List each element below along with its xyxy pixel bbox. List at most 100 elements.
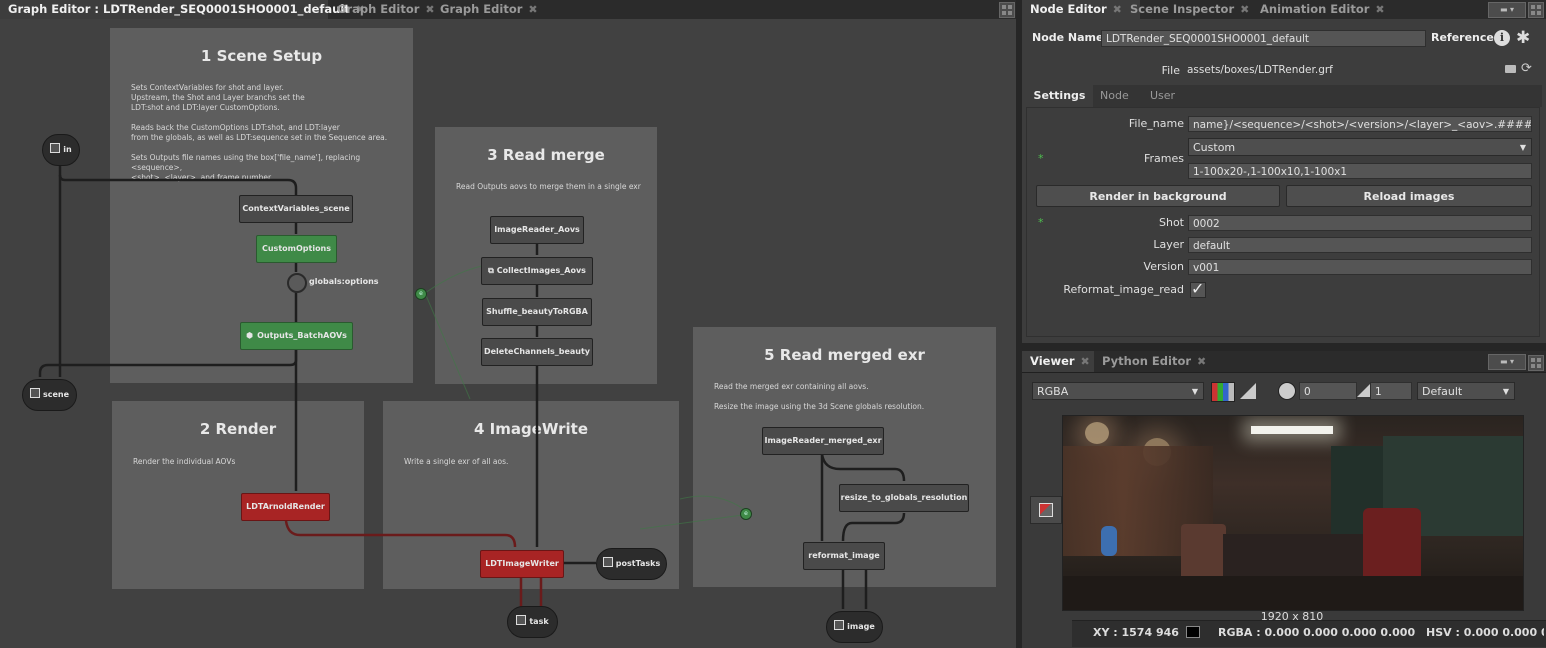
frames-animated-star: * xyxy=(1038,152,1044,165)
panel-menu-button[interactable]: ▬ ▾ xyxy=(1488,2,1526,18)
wall-lamp-glow xyxy=(1085,422,1109,444)
node-shuffle-beauty[interactable]: Shuffle_beautyToRGBA xyxy=(482,298,592,326)
tab-label: Node xyxy=(1100,89,1129,102)
rgb-channels-icon[interactable] xyxy=(1211,382,1235,402)
frames-mode-dropdown[interactable]: Custom ▼ xyxy=(1188,138,1532,156)
node-label: Outputs_BatchAOVs xyxy=(257,331,347,340)
node-in[interactable]: in xyxy=(42,134,80,166)
close-icon[interactable]: ✖ xyxy=(1081,351,1090,372)
tab-graph-editor-3[interactable]: Graph Editor ✖ xyxy=(432,0,538,19)
tab-label: Graph Editor xyxy=(337,2,420,16)
node-ldt-image-writer[interactable]: LDTImageWriter xyxy=(480,550,564,578)
layer-field[interactable]: default xyxy=(1188,237,1532,253)
close-icon[interactable]: ✖ xyxy=(1197,351,1206,372)
node-scene[interactable]: scene xyxy=(22,379,77,411)
blue-figure xyxy=(1101,526,1117,556)
exposure-field[interactable]: 0 xyxy=(1299,382,1357,400)
node-reformat-image[interactable]: reformat_image xyxy=(803,542,885,570)
folder-icon[interactable] xyxy=(1505,65,1516,73)
lut-dropdown[interactable]: Default ▼ xyxy=(1417,382,1515,400)
node-label: reformat_image xyxy=(808,551,880,560)
tab-viewer[interactable]: Viewer ✖ xyxy=(1022,351,1094,372)
node-delete-channels[interactable]: DeleteChannels_beauty xyxy=(481,338,593,366)
node-resize-globals[interactable]: resize_to_globals_resolution xyxy=(839,484,969,512)
node-name-field[interactable]: LDTRender_SEQ0001SHO0001_default xyxy=(1101,30,1426,47)
tab-label: Node Editor xyxy=(1030,2,1107,16)
layer-label: Layer xyxy=(1153,238,1184,251)
gamma-field[interactable]: 1 xyxy=(1370,382,1412,400)
tab-animation-editor[interactable]: Animation Editor ✖ xyxy=(1252,0,1390,19)
aperture-icon[interactable] xyxy=(1278,382,1296,400)
layout-grid-icon[interactable] xyxy=(1528,355,1544,371)
viewer-tool-button[interactable] xyxy=(1030,496,1062,524)
node-task[interactable]: task xyxy=(507,606,558,638)
node-image-reader-aovs[interactable]: ImageReader_Aovs xyxy=(490,216,584,244)
node-outputs-batch-aovs[interactable]: ⬢ Outputs_BatchAOVs xyxy=(240,322,353,350)
counter-table xyxy=(1223,534,1363,576)
tab-python-editor[interactable]: Python Editor ✖ xyxy=(1094,351,1222,372)
import-icon xyxy=(602,557,613,567)
reformat-image-read-checkbox[interactable]: ✓ xyxy=(1190,281,1206,298)
chevron-down-icon: ▼ xyxy=(1519,143,1526,152)
viewer-tabbar: Viewer ✖ Python Editor ✖ ▬ ▾ xyxy=(1022,351,1546,373)
node-label: ImageReader_Aovs xyxy=(494,225,580,234)
graph-canvas[interactable]: 1 Scene Setup Sets ContextVariables for … xyxy=(0,19,1016,648)
node-custom-options[interactable]: CustomOptions xyxy=(256,235,337,263)
node-ldt-arnold-render[interactable]: LDTArnoldRender xyxy=(241,493,330,521)
dropdown-value: Custom xyxy=(1193,141,1236,154)
node-collect-images-aovs[interactable]: ⧉ CollectImages_Aovs xyxy=(481,257,593,285)
node-label: ContextVariables_scene xyxy=(242,204,350,213)
gear-icon[interactable]: ✱ xyxy=(1516,28,1530,48)
close-icon[interactable]: ✖ xyxy=(1375,1,1384,19)
node-context-variables[interactable]: ContextVariables_scene xyxy=(239,195,353,223)
hsv-readout: HSV : 0.000 0.000 0.000 xyxy=(1426,626,1544,639)
version-field[interactable]: v001 xyxy=(1188,259,1532,275)
node-label: scene xyxy=(42,390,70,399)
node-label: task xyxy=(529,617,549,626)
tab-graph-editor-2[interactable]: Graph Editor ✖ xyxy=(329,0,435,19)
close-icon[interactable]: ✖ xyxy=(1240,1,1249,19)
floor xyxy=(1063,576,1523,610)
dot-node-1[interactable]: e xyxy=(415,288,427,300)
tab-settings[interactable]: Settings xyxy=(1026,85,1093,107)
node-image[interactable]: image xyxy=(826,611,883,643)
dot-label: e xyxy=(744,510,748,517)
graph-editor-tabbar: Graph Editor : LDTRender_SEQ0001SHO0001_… xyxy=(0,0,1016,20)
xy-readout: XY : 1574 946 xyxy=(1093,626,1179,639)
import-icon xyxy=(50,143,61,153)
collect-icon: ⧉ xyxy=(488,266,494,275)
frames-range-field[interactable]: 1-100x20-,1-100x10,1-100x1 xyxy=(1188,163,1532,179)
close-icon[interactable]: ✖ xyxy=(528,1,537,19)
tab-node[interactable]: Node xyxy=(1100,85,1129,107)
panel-splitter-horizontal[interactable] xyxy=(1022,343,1546,351)
globals-options-port[interactable] xyxy=(287,273,307,293)
shot-field[interactable]: 0002 xyxy=(1188,215,1532,231)
viewer-rendered-image[interactable] xyxy=(1062,415,1524,611)
layout-grid-icon[interactable] xyxy=(1528,2,1544,18)
reload-images-button[interactable]: Reload images xyxy=(1286,185,1532,207)
close-icon[interactable]: ✖ xyxy=(1113,1,1122,19)
node-label: image xyxy=(847,622,875,631)
render-background-button[interactable]: Render in background xyxy=(1036,185,1280,207)
node-label: resize_to_globals_resolution xyxy=(840,493,968,502)
node-label: in xyxy=(63,145,72,154)
layout-grid-icon[interactable] xyxy=(999,2,1015,18)
tab-user[interactable]: User xyxy=(1150,85,1175,107)
channel-dropdown[interactable]: RGBA ▼ xyxy=(1032,382,1204,400)
panel-menu-button[interactable]: ▬ ▾ xyxy=(1488,354,1526,370)
node-image-reader-merged[interactable]: ImageReader_merged_exr xyxy=(762,427,884,455)
dot-node-2[interactable]: e xyxy=(740,508,752,520)
node-label: ImageReader_merged_exr xyxy=(764,436,882,445)
tab-label: Viewer xyxy=(1030,354,1075,368)
node-label: Shuffle_beautyToRGBA xyxy=(486,307,588,316)
refresh-icon[interactable]: ⟳ xyxy=(1521,61,1532,76)
chevron-down-icon: ▼ xyxy=(1502,387,1509,396)
file-name-field[interactable]: name}/<sequence>/<shot>/<version>/<layer… xyxy=(1188,116,1532,132)
node-name-label: Node Name xyxy=(1032,31,1104,44)
node-post-tasks[interactable]: postTasks xyxy=(596,548,667,580)
file-name-label: File_name xyxy=(1128,117,1184,130)
info-icon[interactable]: i xyxy=(1494,30,1510,46)
tab-graph-editor-main[interactable]: Graph Editor : LDTRender_SEQ0001SHO0001_… xyxy=(0,0,365,19)
tab-scene-inspector[interactable]: Scene Inspector ✖ xyxy=(1122,0,1250,19)
crop-region-icon xyxy=(1039,503,1053,517)
